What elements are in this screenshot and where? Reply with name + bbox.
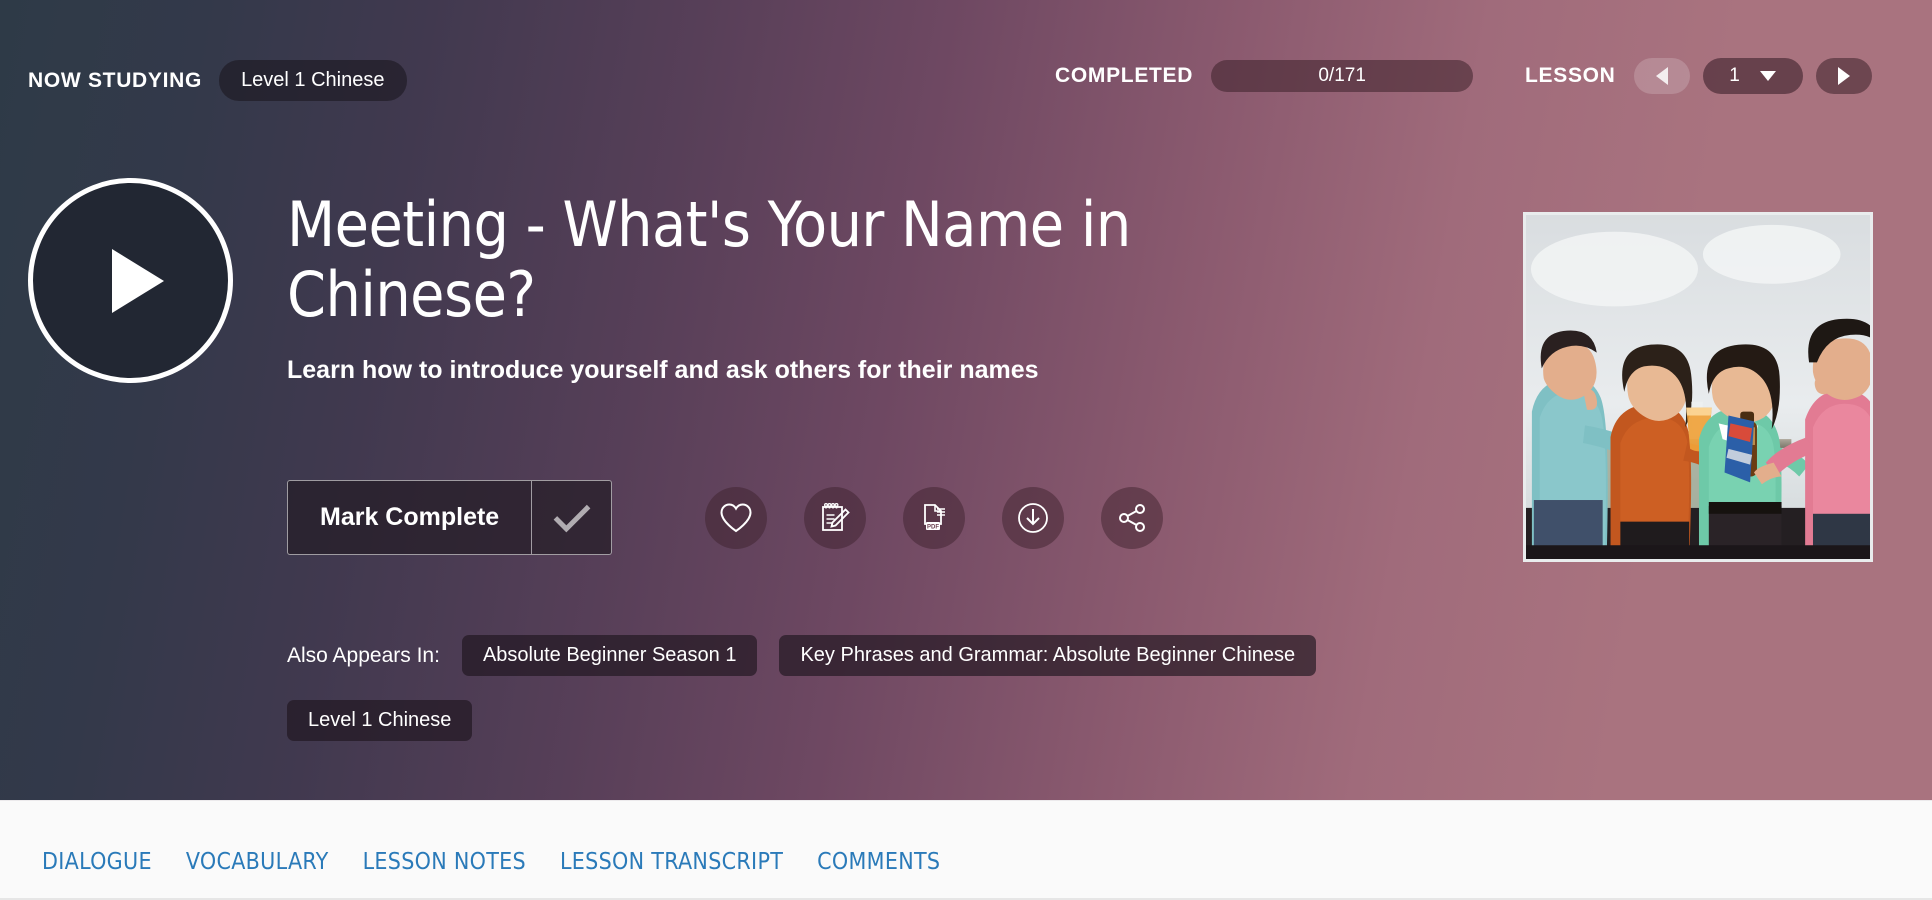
- tabs-list: DIALOGUE VOCABULARY LESSON NOTES LESSON …: [42, 849, 940, 875]
- chevron-down-icon: [1759, 71, 1776, 81]
- lesson-notes-icon: [818, 501, 852, 535]
- lesson-title: Meeting - What's Your Name in Chinese?: [287, 188, 1131, 332]
- lesson-tool-icons: PDF: [705, 486, 1164, 549]
- favorite-icon: [719, 502, 753, 534]
- current-course-pill[interactable]: Level 1 Chinese: [219, 60, 407, 101]
- completion-progress-value: 0/171: [1318, 65, 1366, 86]
- next-lesson-button[interactable]: [1815, 58, 1872, 94]
- tab-lesson-transcript[interactable]: LESSON TRANSCRIPT: [560, 849, 783, 875]
- mark-complete-checkbox[interactable]: [531, 481, 611, 554]
- mark-complete-label: Mark Complete: [320, 503, 500, 531]
- lesson-action-row: Mark Complete PDF: [287, 480, 1164, 555]
- favorite-button[interactable]: [705, 486, 768, 549]
- lesson-thumbnail[interactable]: [1523, 212, 1873, 562]
- lesson-subtitle: Learn how to introduce yourself and ask …: [287, 356, 1039, 385]
- lesson-thumbnail-image: [1526, 215, 1870, 559]
- svg-text:PDF: PDF: [927, 524, 939, 530]
- tab-vocabulary[interactable]: VOCABULARY: [186, 849, 329, 875]
- triangle-left-icon: [1655, 67, 1668, 85]
- hero-top-bar: NOW STUDYING Level 1 Chinese COMPLETED 0…: [0, 0, 1932, 130]
- also-appears-tag-0[interactable]: Absolute Beginner Season 1: [461, 635, 758, 676]
- lesson-title-block: Meeting - What's Your Name in Chinese? L…: [287, 188, 1347, 385]
- lesson-label: LESSON: [1525, 64, 1616, 87]
- share-button[interactable]: [1101, 486, 1164, 549]
- play-icon: [111, 248, 164, 313]
- previous-lesson-button[interactable]: [1633, 58, 1690, 94]
- check-icon: [553, 495, 591, 532]
- tab-dialogue[interactable]: DIALOGUE: [42, 849, 152, 875]
- triangle-right-icon: [1837, 67, 1850, 85]
- download-button[interactable]: [1002, 486, 1065, 549]
- lesson-number-dropdown[interactable]: 1: [1702, 58, 1803, 94]
- now-studying-label: NOW STUDYING: [28, 68, 203, 92]
- share-icon: [1115, 501, 1149, 535]
- completed-progress-group: COMPLETED 0/171: [1055, 60, 1474, 92]
- also-appears-in-section: Also Appears In: Absolute Beginner Seaso…: [287, 635, 1487, 741]
- completed-label: COMPLETED: [1055, 64, 1194, 87]
- tab-lesson-notes[interactable]: LESSON NOTES: [363, 849, 526, 875]
- completion-progress-bar[interactable]: 0/171: [1211, 60, 1474, 92]
- play-lesson-button[interactable]: [28, 178, 233, 383]
- also-appears-tag-2[interactable]: Level 1 Chinese: [287, 700, 473, 741]
- pdf-button[interactable]: PDF: [903, 486, 966, 549]
- lesson-number-value: 1: [1729, 65, 1740, 86]
- lesson-notes-button[interactable]: [804, 486, 867, 549]
- now-studying-group: NOW STUDYING Level 1 Chinese: [28, 60, 407, 101]
- lesson-content-tabbar: DIALOGUE VOCABULARY LESSON NOTES LESSON …: [0, 800, 1932, 900]
- mark-complete-button[interactable]: Mark Complete: [287, 480, 613, 555]
- also-appears-tag-1[interactable]: Key Phrases and Grammar: Absolute Beginn…: [779, 635, 1317, 676]
- lesson-hero-banner: NOW STUDYING Level 1 Chinese COMPLETED 0…: [0, 0, 1932, 800]
- download-icon: [1016, 501, 1050, 535]
- also-appears-in-label: Also Appears In:: [287, 643, 440, 667]
- pdf-icon: PDF: [917, 501, 951, 535]
- tab-comments[interactable]: COMMENTS: [817, 849, 940, 875]
- lesson-navigation-group: LESSON 1: [1525, 58, 1872, 94]
